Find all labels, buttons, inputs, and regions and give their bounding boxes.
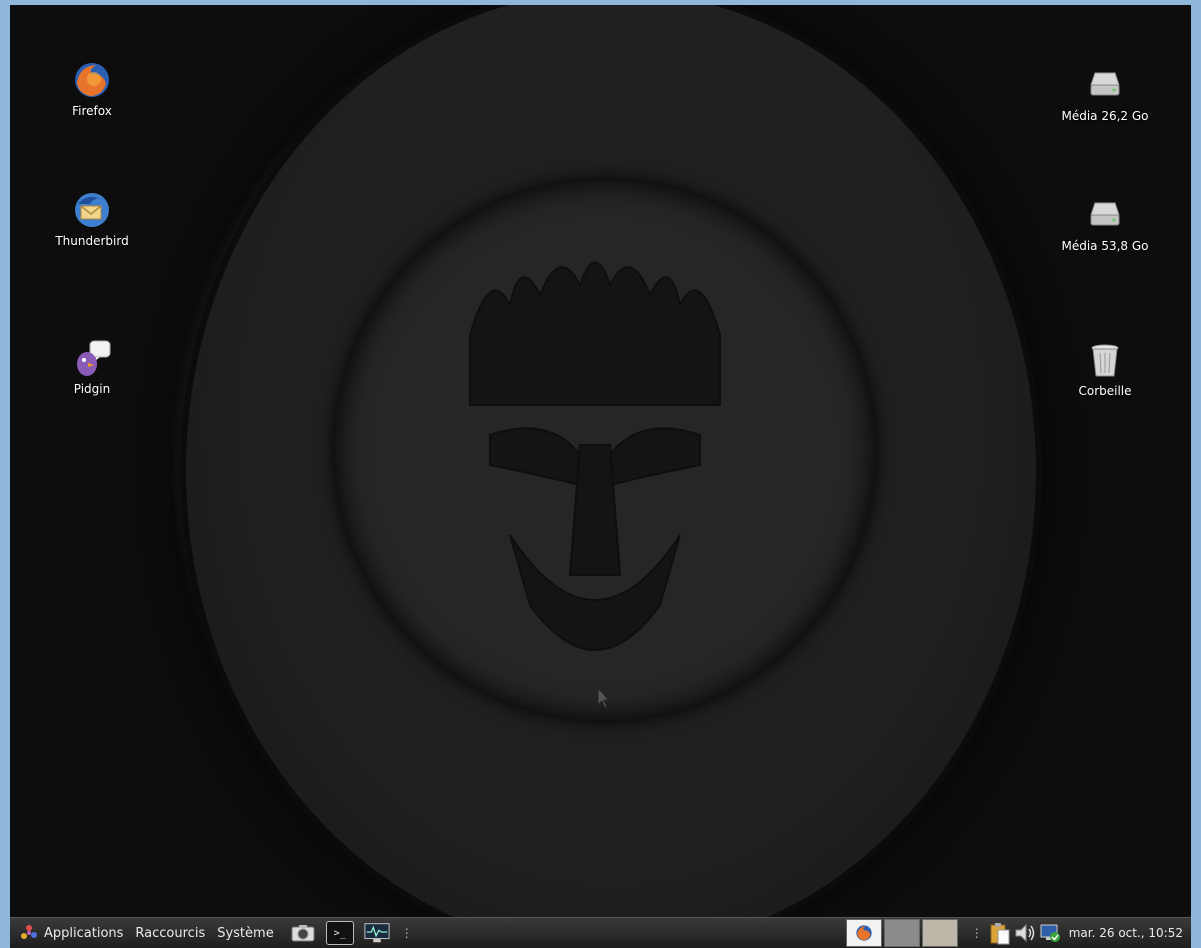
applications-menu[interactable]: Applications	[38, 926, 129, 941]
desktop-icon-media-53[interactable]: Média 53,8 Go	[1055, 195, 1155, 253]
workspace-2[interactable]	[921, 919, 958, 947]
camera-icon[interactable]	[290, 922, 316, 944]
desktop-icon-trash[interactable]: Corbeille	[1055, 340, 1155, 398]
desktop-icon-firefox[interactable]: Firefox	[47, 60, 137, 118]
desktop-icon-media-26[interactable]: Média 26,2 Go	[1055, 65, 1155, 123]
panel-drag-handle[interactable]: ⋮	[401, 926, 413, 940]
bottom-panel: Applications Raccourcis Système >_ ⋮ ⋮ m…	[10, 917, 1191, 948]
terminal-icon[interactable]: >_	[325, 921, 354, 945]
desktop-icon-label: Média 53,8 Go	[1061, 239, 1149, 253]
panel-clock[interactable]: mar. 26 oct., 10:52	[1069, 926, 1183, 940]
drive-icon	[1085, 195, 1125, 235]
desktop-icon-thunderbird[interactable]: Thunderbird	[47, 190, 137, 248]
wallpaper-face-art	[469, 261, 721, 651]
system-monitor-icon[interactable]	[364, 922, 390, 944]
desktop-icon-label: Média 26,2 Go	[1061, 109, 1149, 123]
desktop-icon-label: Thunderbird	[55, 234, 129, 248]
shortcuts-menu[interactable]: Raccourcis	[129, 926, 211, 941]
panel-drag-handle[interactable]: ⋮	[971, 926, 983, 940]
drive-icon	[1085, 65, 1125, 105]
firefox-icon	[72, 60, 112, 100]
pidgin-icon	[72, 338, 112, 378]
taskbar-firefox-button[interactable]	[845, 919, 882, 947]
system-menu[interactable]: Système	[211, 926, 279, 941]
workspace-1[interactable]	[883, 919, 920, 947]
trash-icon	[1085, 340, 1125, 380]
thunderbird-icon	[72, 190, 112, 230]
network-icon[interactable]	[1039, 922, 1061, 944]
applications-menu-icon[interactable]	[20, 924, 38, 942]
firefox-icon	[856, 925, 872, 941]
desktop-icon-label: Corbeille	[1078, 384, 1132, 398]
clipboard-icon[interactable]	[989, 921, 1011, 945]
terminal-prompt-glyph: >_	[333, 927, 346, 939]
desktop-wallpaper: Firefox Thunderbird Pidgin Média 26,2 Go…	[10, 5, 1191, 917]
desktop-icon-label: Firefox	[72, 104, 112, 118]
mouse-cursor-icon	[597, 687, 611, 709]
volume-icon[interactable]	[1013, 922, 1037, 944]
desktop-icon-label: Pidgin	[73, 382, 111, 396]
desktop-icon-pidgin[interactable]: Pidgin	[47, 338, 137, 396]
